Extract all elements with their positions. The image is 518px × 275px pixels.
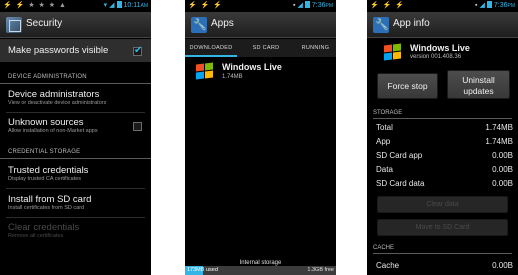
clock-ampm: AM bbox=[140, 3, 149, 9]
install-from-sd-subtitle: Install certificates from SD card bbox=[8, 205, 85, 211]
status-right: ▪ ◢ 7:36PM bbox=[475, 0, 515, 12]
device-administrators-title: Device administrators bbox=[8, 89, 100, 100]
clear-credentials-title: Clear credentials bbox=[8, 222, 80, 233]
section-storage: STORAGE bbox=[373, 107, 512, 119]
status-right: ▪ ◢ 7:36PM bbox=[293, 0, 333, 12]
status-bar: ⚡ ⚡ ⚡ ▪ ◢ 7:36PM bbox=[185, 0, 336, 12]
notification-box-icon: ▪ bbox=[475, 2, 478, 9]
clear-credentials-subtitle: Remove all certificates bbox=[8, 233, 64, 239]
list-item[interactable]: Windows Live 1.74MB bbox=[185, 59, 336, 85]
clear-credentials-row: Clear credentials Remove all certificate… bbox=[0, 218, 151, 244]
row-value: 0.00B bbox=[492, 261, 513, 270]
move-to-sd-card-button[interactable]: Move to SD Card bbox=[377, 219, 508, 236]
storage-used: 173MB used bbox=[187, 267, 218, 273]
app-version: version 001.408.36 bbox=[410, 54, 462, 60]
security-icon[interactable] bbox=[6, 17, 22, 33]
uninstall-label-line1: Uninstall bbox=[462, 74, 495, 85]
force-stop-label: Force stop bbox=[387, 81, 428, 91]
page-title: Apps bbox=[211, 18, 234, 29]
notification-icons: ⚡ ⚡ ⚡ bbox=[188, 2, 224, 9]
action-bar: Apps bbox=[185, 12, 336, 38]
app-name: Windows Live bbox=[222, 62, 282, 72]
clock: 7:36 bbox=[493, 2, 508, 9]
page-title: Security bbox=[26, 18, 63, 29]
trusted-credentials-row[interactable]: Trusted credentials Display trusted CA c… bbox=[0, 159, 151, 188]
row-label: Data bbox=[376, 165, 393, 174]
tab-bar: DOWNLOADED SD CARD RUNNING bbox=[185, 39, 336, 57]
app-header: Windows Live version 001.408.36 bbox=[367, 39, 518, 69]
storage-row-total: Total 1.74MB bbox=[367, 122, 518, 134]
page-title: App info bbox=[393, 18, 430, 29]
notification-box-icon: ▪ bbox=[293, 2, 296, 9]
make-passwords-visible-checkbox[interactable] bbox=[133, 45, 142, 56]
section-credential-storage: CREDENTIAL STORAGE bbox=[0, 146, 151, 159]
app-name: Windows Live bbox=[410, 43, 470, 53]
force-stop-button[interactable]: Force stop bbox=[377, 73, 438, 99]
uninstall-label-line2: updates bbox=[463, 85, 494, 96]
make-passwords-visible-row[interactable]: Make passwords visible bbox=[0, 39, 151, 62]
unknown-sources-title: Unknown sources bbox=[8, 117, 84, 128]
tab-running[interactable]: RUNNING bbox=[295, 39, 336, 57]
status-right: ▾ ◢ 10:11AM bbox=[104, 0, 148, 12]
wifi-icon: ▾ bbox=[103, 2, 108, 9]
tab-downloaded[interactable]: DOWNLOADED bbox=[185, 39, 237, 57]
make-passwords-visible-label: Make passwords visible bbox=[8, 45, 109, 56]
windows-logo-icon bbox=[195, 62, 215, 81]
unknown-sources-checkbox[interactable] bbox=[133, 122, 142, 131]
action-bar: Security bbox=[0, 12, 151, 38]
cache-row: Cache 0.00B bbox=[367, 260, 518, 272]
app-size: 1.74MB bbox=[222, 74, 243, 80]
tab-sd-card[interactable]: SD CARD bbox=[245, 39, 287, 57]
device-administrators-subtitle: View or deactivate device administrators bbox=[8, 100, 107, 106]
row-value: 0.00B bbox=[492, 179, 513, 188]
wrench-icon[interactable] bbox=[191, 17, 207, 33]
row-label: Cache bbox=[376, 261, 400, 270]
clear-data-button[interactable]: Clear data bbox=[377, 196, 508, 213]
clock: 7:36 bbox=[311, 2, 326, 9]
battery-icon bbox=[116, 1, 122, 8]
windows-logo-icon bbox=[383, 43, 403, 62]
app-info-screen: ⚡ ⚡ ⚡ ▪◢ 7:36PM App info Windows Live ver… bbox=[367, 0, 518, 275]
clock-ampm: PM bbox=[507, 3, 516, 9]
unknown-sources-subtitle: Allow installation of non-Market apps bbox=[8, 128, 98, 134]
row-label: App bbox=[376, 137, 391, 146]
clock: 10:11 bbox=[123, 2, 141, 9]
row-label: Total bbox=[376, 123, 393, 132]
battery-icon bbox=[304, 1, 310, 8]
storage-free: 1.3GB free bbox=[307, 267, 334, 273]
signal-icon: ◢ bbox=[479, 2, 485, 9]
security-screen: ⚡ ⚡ ★ ★ ★ ▲ ▾ ◢ 10:11AM Security Make pass… bbox=[0, 0, 151, 275]
row-value: 0.00B bbox=[492, 165, 513, 174]
storage-row-app: App 1.74MB bbox=[367, 136, 518, 148]
row-label: SD Card app bbox=[376, 151, 423, 160]
storage-row-sd-card-app: SD Card app 0.00B bbox=[367, 150, 518, 162]
storage-bar: 173MB used 1.3GB free bbox=[185, 266, 336, 275]
notification-icons: ⚡ ⚡ ⚡ bbox=[370, 2, 406, 9]
storage-row-sd-card-data: SD Card data 0.00B bbox=[367, 178, 518, 190]
action-bar: App info bbox=[367, 12, 518, 38]
trusted-credentials-title: Trusted credentials bbox=[8, 165, 89, 176]
device-administrators-row[interactable]: Device administrators View or deactivate… bbox=[0, 84, 151, 112]
status-bar: ⚡ ⚡ ⚡ ▪ ◢ 7:36PM bbox=[367, 0, 518, 12]
row-label: SD Card data bbox=[376, 179, 425, 188]
unknown-sources-row[interactable]: Unknown sources Allow installation of no… bbox=[0, 113, 151, 146]
section-cache: CACHE bbox=[373, 242, 512, 254]
row-value: 1.74MB bbox=[485, 123, 513, 132]
install-from-sd-row[interactable]: Install from SD card Install certificate… bbox=[0, 189, 151, 217]
row-value: 0.00B bbox=[492, 151, 513, 160]
apps-screen: ⚡ ⚡ ⚡ ▪◢ 7:36PM Apps DOWNLOADED SD CARD R… bbox=[185, 0, 336, 275]
row-value: 1.74MB bbox=[485, 137, 513, 146]
wrench-icon[interactable] bbox=[373, 17, 389, 33]
section-device-administration: DEVICE ADMINISTRATION bbox=[0, 71, 151, 84]
clock-ampm: PM bbox=[325, 3, 334, 9]
battery-icon bbox=[486, 1, 492, 8]
signal-icon: ◢ bbox=[297, 2, 303, 9]
storage-row-data: Data 0.00B bbox=[367, 164, 518, 176]
status-bar: ⚡ ⚡ ★ ★ ★ ▲ ▾ ◢ 10:11AM bbox=[0, 0, 151, 12]
install-from-sd-title: Install from SD card bbox=[8, 194, 92, 205]
signal-icon: ◢ bbox=[109, 2, 115, 9]
notification-icons: ⚡ ⚡ ★ ★ ★ ▲ bbox=[3, 2, 67, 9]
uninstall-updates-button[interactable]: Uninstall updates bbox=[447, 70, 510, 99]
trusted-credentials-subtitle: Display trusted CA certificates bbox=[8, 176, 82, 182]
